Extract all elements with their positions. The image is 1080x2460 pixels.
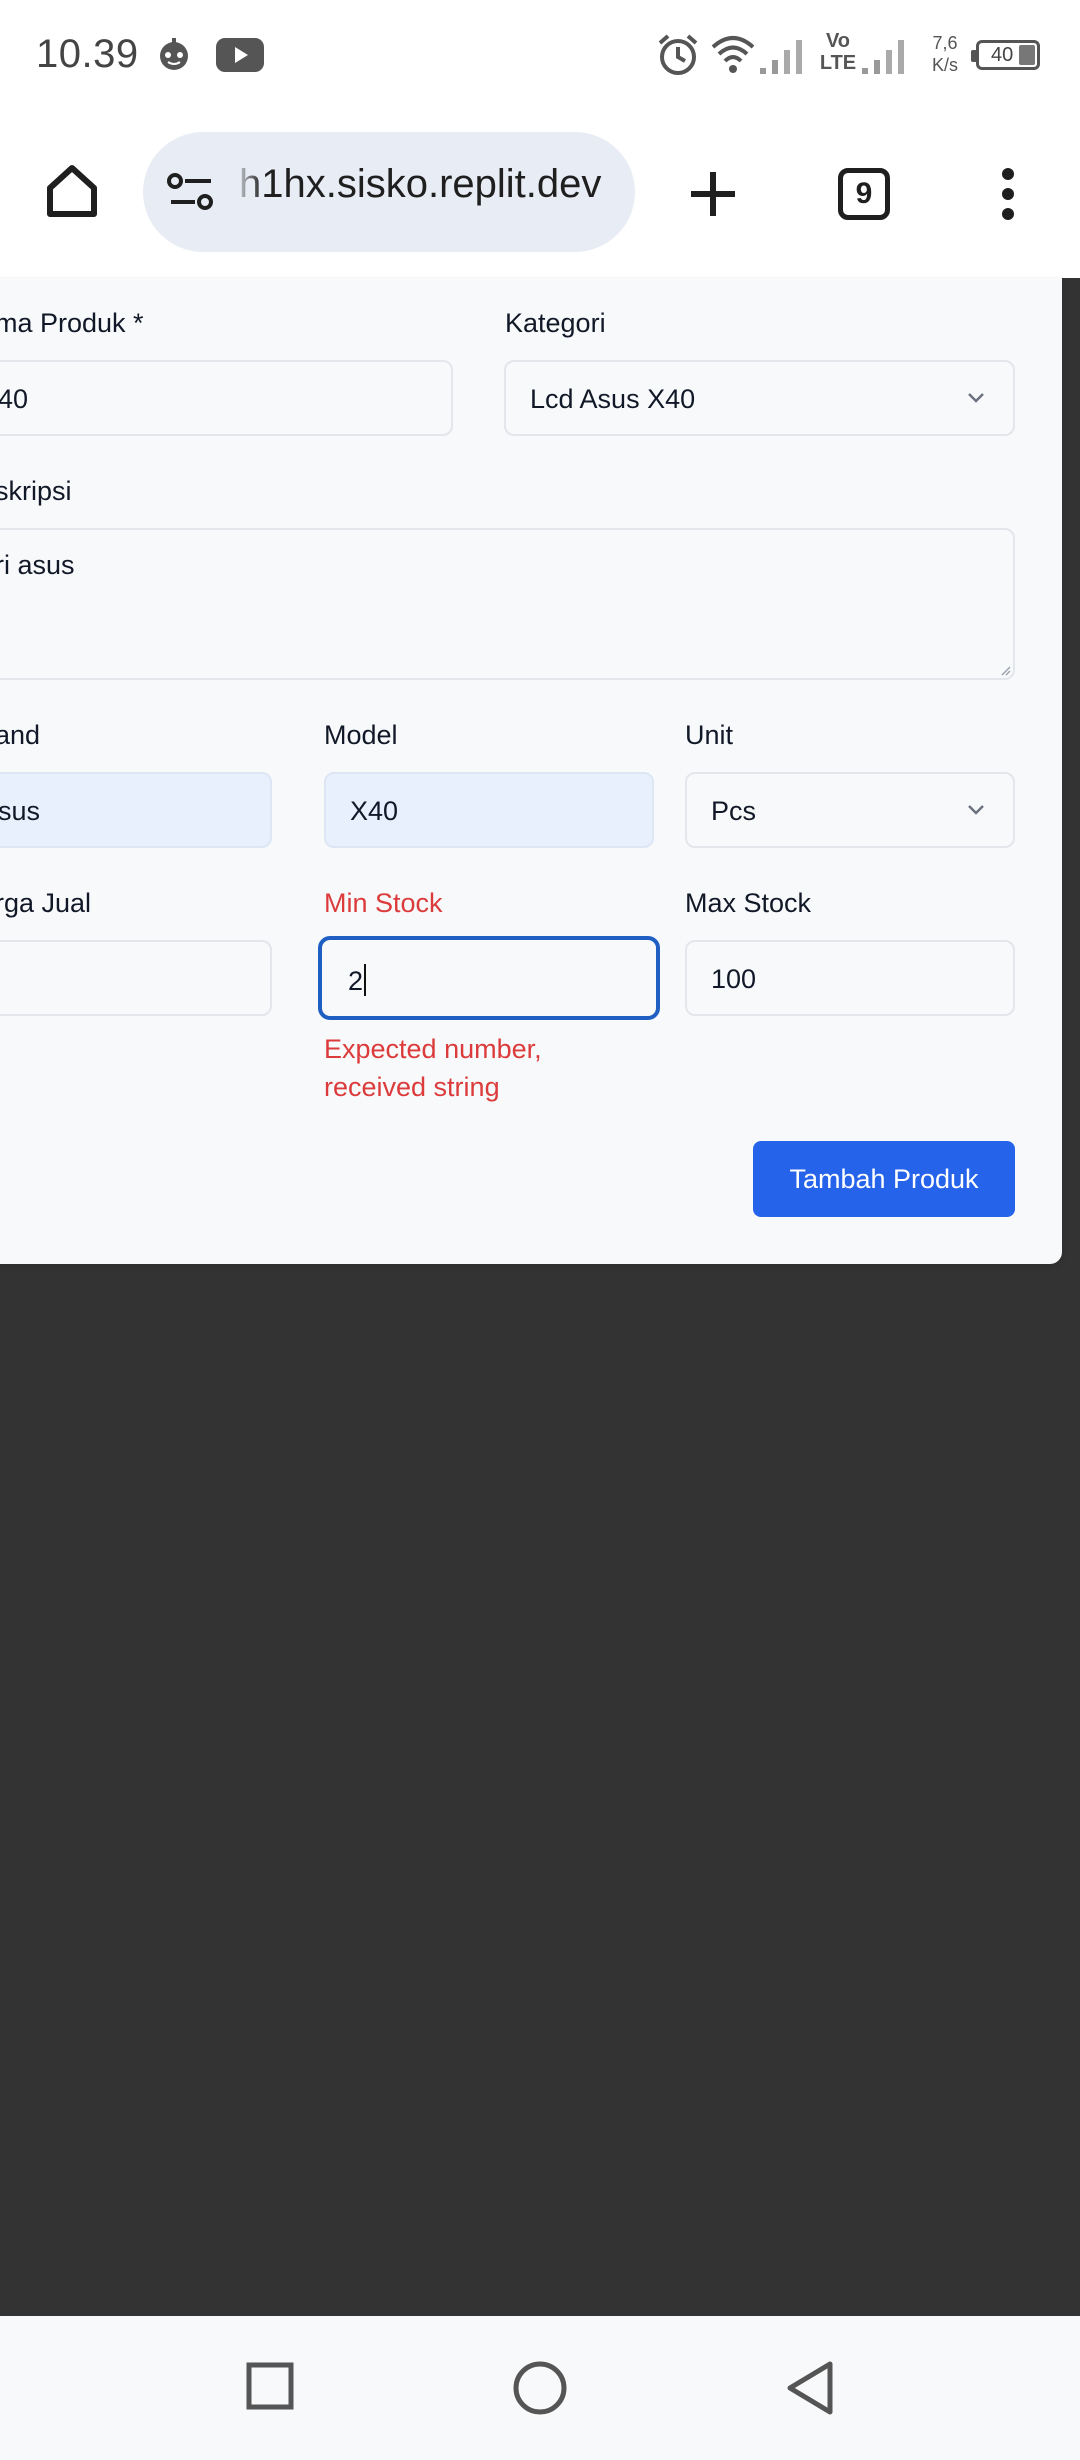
alarm-icon [658,34,698,75]
battery-level: 40 [991,44,1014,66]
volte-top-text: Vo [825,30,851,52]
nama-produk-value: X40 [0,384,29,414]
home-icon[interactable] [44,162,100,218]
signal-icon [760,40,802,74]
kategori-value: Lcd Asus X40 [530,384,696,414]
site-settings-icon[interactable] [167,172,215,212]
unit-value: Pcs [711,796,757,826]
back-triangle-icon[interactable] [784,2360,834,2416]
network-speed-value: 7,6 [932,33,958,53]
url-fade [233,132,263,252]
chevron-down-icon [968,805,984,815]
model-input[interactable]: X40 [324,772,654,848]
volte-bottom-text: LTE [819,52,857,74]
min-stock-value-text: 2 [348,966,364,996]
min-stock-label: Min Stock [324,888,443,918]
kategori-label: Kategori [505,308,606,338]
recents-square-icon[interactable] [246,2362,294,2410]
min-stock-value: 2 [348,964,367,997]
tambah-produk-button[interactable]: Tambah Produk [753,1141,1015,1217]
tab-switcher-icon[interactable]: 9 [838,168,890,220]
status-bar: 10.39 Vo LTE 7,6 K/s 40 [0,0,1080,110]
min-stock-error: Expected number, received string [324,1034,542,1102]
product-form-card: ma Produk * X40 Kategori Lcd Asus X40 sk… [0,278,1062,1264]
max-stock-label: Max Stock [685,888,812,918]
network-speed-unit: K/s [931,55,958,75]
resize-handle-icon[interactable] [999,664,1011,676]
max-stock-value: 100 [711,964,757,994]
deskripsi-value: Ori asus [0,550,75,580]
browser-toolbar: h1hx.sisko.replit.dev 9 [0,110,1080,278]
status-time: 10.39 [36,32,139,76]
text-cursor [364,964,367,996]
address-bar[interactable]: h1hx.sisko.replit.dev [143,132,635,252]
harga-jual-input[interactable]: 0 [0,940,272,1016]
network-speed: 7,6 K/s [924,32,966,76]
unit-label: Unit [685,720,734,750]
brand-value: Asus [0,796,41,826]
nama-produk-input[interactable]: X40 [0,360,453,436]
android-nav-bar [0,2316,1080,2460]
url-text[interactable]: h1hx.sisko.replit.dev [239,162,601,207]
battery-fill [1019,45,1035,65]
model-value: X40 [350,796,399,826]
max-stock-input[interactable]: 100 [685,940,1015,1016]
deskripsi-textarea[interactable]: Ori asus [0,528,1015,680]
kategori-select[interactable]: Lcd Asus X40 [504,360,1015,436]
battery-nub [971,50,976,62]
volte-indicator: Vo LTE [818,30,858,74]
nama-produk-label: ma Produk * [0,308,144,338]
new-tab-icon[interactable] [688,169,738,219]
unit-select[interactable]: Pcs [685,772,1015,848]
harga-jual-label: rga Jual [0,888,92,918]
bot-notification-icon [160,38,188,70]
deskripsi-label: skripsi [0,476,72,506]
wifi-icon [711,36,755,73]
youtube-icon [216,38,264,72]
model-label: Model [324,720,398,750]
chevron-down-icon [968,393,984,403]
home-circle-icon[interactable] [512,2360,568,2416]
brand-label: and [0,720,41,750]
min-stock-input[interactable]: 2 [318,936,660,1020]
brand-input[interactable]: Asus [0,772,272,848]
signal-icon [862,40,904,74]
more-menu-icon[interactable] [998,166,1018,222]
battery-icon: 40 [971,40,1040,70]
